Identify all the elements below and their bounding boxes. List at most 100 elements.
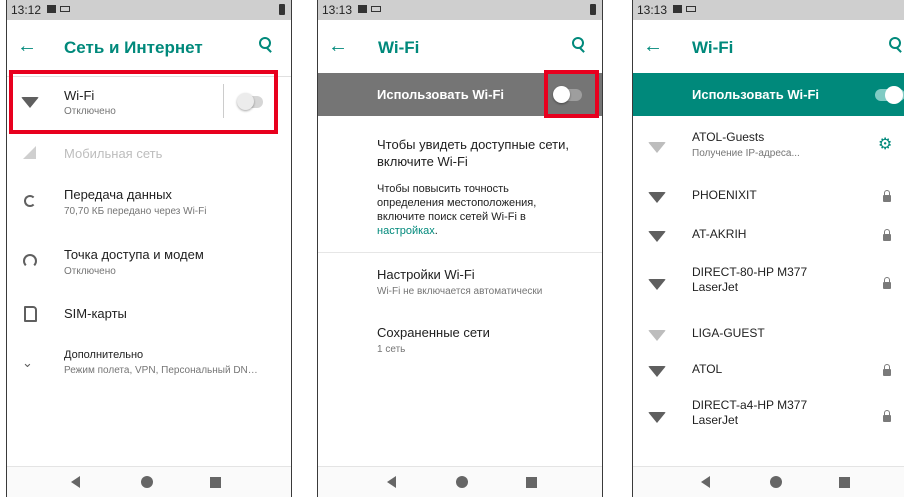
search-icon[interactable] <box>572 37 586 55</box>
mobile-network-label: Мобильная сеть <box>64 146 163 161</box>
mobile-network-row[interactable]: Мобильная сеть <box>7 140 291 170</box>
status-bar: 13:13 <box>318 0 602 20</box>
wifi-preferences-label: Настройки Wi-Fi <box>377 267 475 282</box>
network-ssid-cont: LaserJet <box>692 280 739 294</box>
network-ssid: AT-AKRIH <box>692 227 747 241</box>
sim-card-icon <box>24 306 37 322</box>
nav-home-icon[interactable] <box>141 476 153 488</box>
saved-networks-label: Сохраненные сети <box>377 325 490 340</box>
advanced-sub: Режим полета, VPN, Персональный DN… <box>64 365 258 376</box>
back-arrow-icon[interactable]: ← <box>328 35 348 58</box>
wifi-signal-icon <box>648 142 666 153</box>
navigation-bar <box>633 466 904 497</box>
app-bar: ← Wi-Fi <box>318 20 602 77</box>
status-bar: 13:12 <box>7 0 291 20</box>
hotspot-label: Точка доступа и модем <box>64 247 204 262</box>
wifi-preferences-row[interactable]: Настройки Wi-Fi Wi-Fi не включается авто… <box>318 262 602 302</box>
network-row[interactable]: ATOL-Guests Получение IP-адреса... ⚙ <box>633 120 904 172</box>
app-bar: ← Wi-Fi <box>633 20 904 77</box>
lock-icon <box>883 229 891 241</box>
network-ssid: DIRECT-a4-HP M377 <box>692 398 808 412</box>
page-title: Wi-Fi <box>692 38 734 57</box>
nav-home-icon[interactable] <box>456 476 468 488</box>
page-title: Wi-Fi <box>378 38 420 57</box>
search-icon[interactable] <box>889 37 903 55</box>
signal-icon <box>23 146 36 159</box>
network-row[interactable]: ATOL <box>633 352 904 388</box>
use-wifi-label: Использовать Wi-Fi <box>377 87 505 102</box>
divider <box>318 252 602 253</box>
status-bar: 13:13 <box>633 0 904 20</box>
wifi-signal-icon <box>648 330 666 341</box>
data-usage-row[interactable]: Передача данных 70,70 КБ передано через … <box>7 180 291 222</box>
hotspot-row[interactable]: Точка доступа и модем Отключено <box>7 240 291 282</box>
nav-back-icon[interactable] <box>387 476 396 488</box>
saved-networks-sub: 1 сеть <box>377 344 406 355</box>
network-row[interactable]: AT-AKRIH <box>633 217 904 253</box>
sim-cards-label: SIM-карты <box>64 306 127 321</box>
notification-icon <box>358 5 367 13</box>
back-arrow-icon[interactable]: ← <box>643 35 663 58</box>
sim-cards-row[interactable]: SIM-карты <box>7 298 291 328</box>
use-wifi-bar[interactable]: Использовать Wi-Fi <box>633 73 904 116</box>
navigation-bar <box>7 466 291 497</box>
empty-state-title: Чтобы увидеть доступные сети, включите W… <box>377 137 569 169</box>
data-usage-label: Передача данных <box>64 187 172 202</box>
location-hint: Чтобы повысить точность определения мест… <box>377 182 592 238</box>
wifi-signal-icon <box>648 192 666 203</box>
notification-icon <box>47 5 56 13</box>
battery-icon <box>279 4 285 15</box>
lock-icon <box>883 410 891 422</box>
network-status: Получение IP-адреса... <box>692 148 800 159</box>
lock-icon <box>883 190 891 202</box>
location-hint-line-2: определения местоположения, <box>377 197 537 209</box>
settings-link[interactable]: настройках <box>377 225 435 237</box>
location-hint-line-1: Чтобы повысить точность <box>377 183 509 195</box>
data-usage-sub: 70,70 КБ передано через Wi-Fi <box>64 206 207 217</box>
hotspot-icon <box>23 254 37 268</box>
phone-screen-wifi-off: 13:13 ← Wi-Fi Использовать Wi-Fi Чтобы у… <box>317 0 603 497</box>
page-title: Сеть и Интернет <box>64 38 203 57</box>
phone-screen-network: 13:12 ← Сеть и Интернет Wi-Fi Отключено … <box>6 0 292 497</box>
notification-icon <box>673 5 682 13</box>
nav-back-icon[interactable] <box>701 476 710 488</box>
status-time: 13:12 <box>11 3 42 17</box>
use-wifi-toggle-thumb <box>885 86 903 104</box>
chevron-down-icon: ⌄ <box>22 355 33 370</box>
advanced-row[interactable]: ⌄ Дополнительно Режим полета, VPN, Персо… <box>7 346 291 386</box>
nav-recents-icon[interactable] <box>526 477 537 488</box>
nav-recents-icon[interactable] <box>839 477 850 488</box>
search-icon[interactable] <box>259 37 273 55</box>
wifi-signal-icon <box>648 279 666 290</box>
saved-networks-row[interactable]: Сохраненные сети 1 сеть <box>318 320 602 360</box>
back-arrow-icon[interactable]: ← <box>17 35 37 58</box>
highlight-frame <box>544 70 599 118</box>
nav-back-icon[interactable] <box>71 476 80 488</box>
network-settings-gear-icon[interactable]: ⚙ <box>878 134 892 154</box>
nav-home-icon[interactable] <box>770 476 782 488</box>
hotspot-sub: Отключено <box>64 266 116 277</box>
status-time: 13:13 <box>322 3 353 17</box>
wifi-signal-icon <box>648 412 666 423</box>
app-bar: ← Сеть и Интернет <box>7 20 291 77</box>
use-wifi-label: Использовать Wi-Fi <box>692 87 820 102</box>
location-hint-line-3: включите поиск сетей Wi-Fi в <box>377 211 526 223</box>
wifi-signal-icon <box>648 366 666 377</box>
network-ssid: ATOL-Guests <box>692 130 765 144</box>
advanced-label: Дополнительно <box>64 349 144 361</box>
status-time: 13:13 <box>637 3 668 17</box>
network-ssid: LIGA-GUEST <box>692 326 765 340</box>
keyboard-icon <box>686 6 696 12</box>
battery-icon <box>590 4 596 15</box>
network-row[interactable]: PHOENIXIT <box>633 178 904 214</box>
wifi-signal-icon <box>648 231 666 242</box>
data-usage-icon <box>24 195 36 207</box>
network-ssid-cont: LaserJet <box>692 413 739 427</box>
wifi-preferences-sub: Wi-Fi не включается автоматически <box>377 286 543 297</box>
lock-icon <box>883 277 891 289</box>
network-ssid: DIRECT-80-HP M377 <box>692 265 808 279</box>
network-row[interactable]: DIRECT-80-HP M377 LaserJet <box>633 257 904 309</box>
network-row[interactable]: LIGA-GUEST <box>633 316 904 352</box>
nav-recents-icon[interactable] <box>210 477 221 488</box>
network-row[interactable]: DIRECT-a4-HP M377 LaserJet <box>633 390 904 442</box>
